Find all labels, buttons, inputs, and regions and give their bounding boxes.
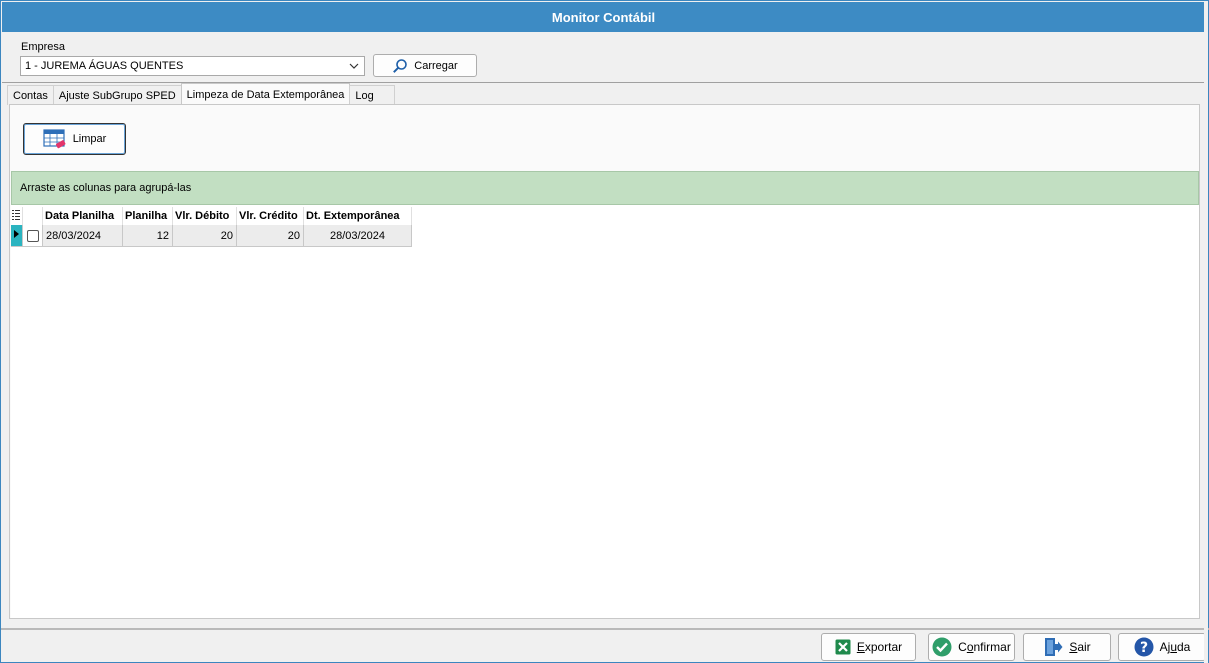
group-by-hint: Arraste as colunas para agrupá-las: [20, 182, 192, 194]
carregar-button[interactable]: Carregar: [373, 54, 477, 77]
cell-dt-extemporanea[interactable]: 28/03/2024: [303, 225, 412, 247]
check-circle-icon: [932, 637, 952, 657]
tab-ajuste-subgrupo-sped[interactable]: Ajuste SubGrupo SPED: [52, 85, 182, 105]
exportar-label: Exportar: [856, 640, 903, 654]
tab-log[interactable]: Log: [349, 85, 395, 105]
row-indicator-icon: [11, 225, 23, 247]
tab-limpeza-data-extemporanea[interactable]: Limpeza de Data Extemporânea: [180, 83, 351, 105]
empresa-select[interactable]: 1 - JUREMA ÁGUAS QUENTES: [20, 56, 365, 76]
window-title: Monitor Contábil: [2, 2, 1205, 32]
limpar-label: Limpar: [72, 133, 107, 145]
excel-icon: [835, 639, 851, 655]
sair-label: Sair: [1069, 640, 1091, 654]
column-header-vlr-credito[interactable]: Vlr. Crédito: [236, 207, 304, 225]
carregar-label: Carregar: [414, 59, 458, 72]
row-checkbox-cell[interactable]: [22, 225, 43, 247]
exit-door-icon: [1045, 638, 1063, 656]
empresa-select-value: 1 - JUREMA ÁGUAS QUENTES: [25, 60, 184, 72]
svg-text:?: ?: [1140, 640, 1148, 656]
sair-button[interactable]: Sair: [1023, 633, 1111, 661]
cell-planilha[interactable]: 12: [122, 225, 173, 247]
column-header-dt-extemporanea[interactable]: Dt. Extemporânea: [303, 207, 412, 225]
column-header-data-planilha[interactable]: Data Planilha: [42, 207, 123, 225]
window-edge: [1204, 1, 1208, 663]
column-header-planilha[interactable]: Planilha: [122, 207, 173, 225]
table-eraser-icon: [43, 129, 66, 149]
ajuda-button[interactable]: ? Ajuda: [1118, 633, 1206, 661]
search-icon: [393, 58, 408, 73]
chevron-down-icon: [349, 63, 359, 69]
confirmar-label: Confirmar: [958, 640, 1011, 654]
group-by-panel[interactable]: Arraste as colunas para agrupá-las: [11, 171, 1199, 205]
column-header-vlr-debito[interactable]: Vlr. Débito: [172, 207, 237, 225]
limpar-button[interactable]: Limpar: [23, 123, 126, 155]
cell-data-planilha[interactable]: 28/03/2024: [42, 225, 123, 247]
grid-header-row: Data Planilha Planilha Vlr. Débito Vlr. …: [11, 207, 412, 225]
column-chooser-icon[interactable]: [11, 207, 23, 225]
table-row[interactable]: 28/03/2024 12 20 20 28/03/2024: [11, 225, 412, 247]
cell-vlr-debito[interactable]: 20: [172, 225, 237, 247]
ajuda-label: Ajuda: [1159, 640, 1191, 654]
select-column-header[interactable]: [22, 207, 43, 225]
confirmar-button[interactable]: Confirmar: [928, 633, 1015, 661]
help-icon: ?: [1134, 637, 1154, 657]
empresa-label: Empresa: [21, 41, 66, 53]
cell-vlr-credito[interactable]: 20: [236, 225, 304, 247]
tab-strip: Contas Ajuste SubGrupo SPED Limpeza de D…: [7, 83, 395, 105]
footer-divider: [1, 628, 1209, 630]
exportar-button[interactable]: Exportar: [821, 633, 916, 661]
main-window: Monitor Contábil Empresa 1 - JUREMA ÁGUA…: [0, 0, 1209, 663]
tab-contas[interactable]: Contas: [7, 85, 54, 105]
grid-table: Data Planilha Planilha Vlr. Débito Vlr. …: [11, 207, 412, 247]
row-checkbox[interactable]: [26, 229, 39, 242]
data-grid: Data Planilha Planilha Vlr. Débito Vlr. …: [11, 205, 1199, 618]
